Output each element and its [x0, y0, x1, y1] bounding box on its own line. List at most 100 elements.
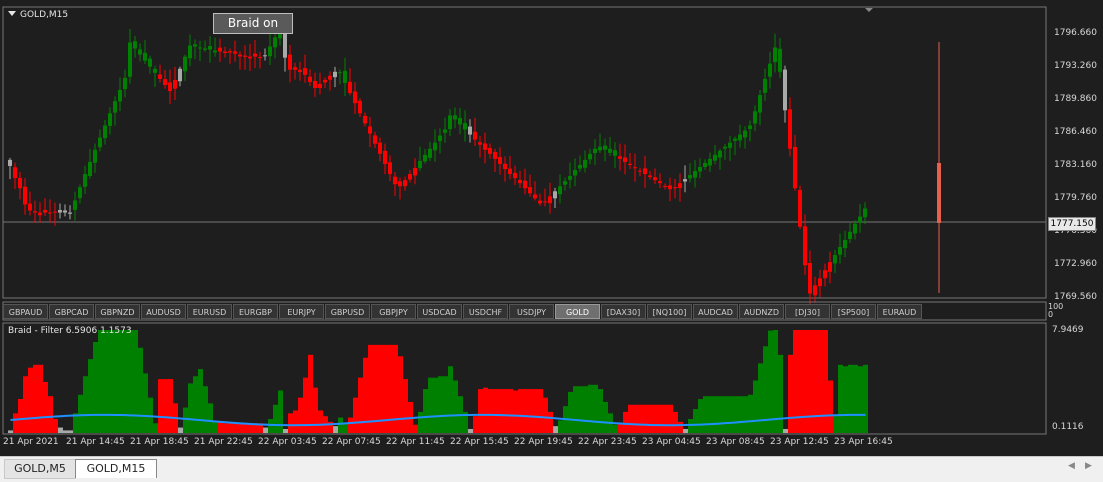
candle-body — [768, 63, 772, 77]
symbol-button-eurusd[interactable]: EURUSD — [187, 304, 232, 319]
candle-body — [353, 91, 357, 104]
candle-body — [78, 187, 82, 199]
candle-body — [418, 160, 422, 169]
symbol-button-dj30[interactable]: [DJ30] — [785, 304, 830, 319]
symbol-button-euraud[interactable]: EURAUD — [877, 304, 922, 319]
histogram-bar — [653, 404, 658, 433]
tab-gold-m5[interactable]: GOLD,M5 — [4, 459, 76, 479]
histogram-bar — [828, 380, 833, 433]
braid-toggle-button[interactable]: Braid on — [213, 13, 293, 34]
tab-gold-m15[interactable]: GOLD,M15 — [75, 459, 157, 478]
histogram-bar — [678, 421, 683, 433]
histogram-bar — [638, 404, 643, 433]
candle-body — [243, 55, 247, 57]
candle-body — [378, 142, 382, 154]
candle-body — [103, 125, 107, 139]
shift-marker-icon[interactable] — [865, 8, 873, 12]
candle-body — [403, 180, 407, 187]
candle-body — [48, 212, 52, 214]
histogram-bar — [503, 389, 508, 433]
candle-body — [808, 263, 812, 294]
symbol-button-eurgbp[interactable]: EURGBP — [233, 304, 278, 319]
symbol-button-gbpusd[interactable]: GBPUSD — [325, 304, 370, 319]
symbol-button-gbpnzd[interactable]: GBPNZD — [95, 304, 140, 319]
candle-body — [218, 47, 222, 52]
current-price-label: 1777.150 — [1048, 217, 1096, 231]
candle-body — [813, 285, 817, 296]
time-axis-label: 23 Apr 16:45 — [834, 437, 893, 447]
candle-body — [138, 49, 142, 55]
histogram-bar — [773, 330, 778, 433]
symbol-button-usdjpy[interactable]: USDJPY — [509, 304, 554, 319]
histogram-bar — [223, 423, 228, 433]
histogram-bar — [813, 330, 818, 433]
candle-body — [473, 131, 477, 140]
histogram-bar — [733, 396, 738, 433]
symbol-button-dax30[interactable]: [DAX30] — [601, 304, 646, 319]
histogram-bar — [208, 403, 213, 433]
scroll-right-icon[interactable]: ▶ — [1085, 461, 1092, 471]
candle-body — [63, 210, 67, 213]
candle-body — [853, 223, 857, 234]
histogram-bar — [423, 389, 428, 433]
histogram-bar — [558, 420, 563, 433]
symbol-button-gbpcad[interactable]: GBPCAD — [49, 304, 94, 319]
candle-body — [848, 231, 852, 240]
candle-body — [748, 125, 752, 129]
candle-body — [68, 212, 72, 214]
candle-body — [843, 239, 847, 249]
candle-body — [518, 180, 522, 184]
histogram-bar — [413, 424, 418, 433]
histogram-bar — [108, 330, 113, 433]
candle-body — [738, 134, 742, 141]
candle-body — [168, 82, 172, 92]
candle-body — [558, 186, 562, 195]
candle-body — [483, 143, 487, 150]
histogram-bar — [823, 330, 828, 433]
histogram-bar — [168, 379, 173, 433]
time-axis-label: 21 Apr 2021 — [3, 437, 59, 447]
price-axis-label: 1769.560 — [1054, 292, 1097, 302]
candle-body — [328, 75, 332, 80]
histogram-bar — [698, 399, 703, 433]
candle-body — [8, 159, 12, 166]
candle-body — [453, 115, 457, 120]
candle-body — [413, 167, 417, 176]
candle-body — [238, 54, 242, 57]
candle-body — [193, 44, 197, 47]
symbol-button-sp500[interactable]: [SP500] — [831, 304, 876, 319]
candle-body — [333, 71, 337, 78]
symbol-switch-bar: GBPAUD GBPCAD GBPNZD AUDUSD EURUSD EURGB… — [3, 304, 1043, 320]
histogram-bar — [768, 330, 773, 433]
symbol-button-eurjpy[interactable]: EURJPY — [279, 304, 324, 319]
candle-body — [258, 57, 262, 59]
candle-body — [263, 55, 267, 57]
candle-body — [228, 51, 232, 53]
symbol-button-audcad[interactable]: AUDCAD — [693, 304, 738, 319]
histogram-bar — [863, 364, 868, 433]
candle-body — [493, 152, 497, 159]
symbol-button-gbpaud[interactable]: GBPAUD — [3, 304, 48, 319]
symbol-button-usdcad[interactable]: USDCAD — [417, 304, 462, 319]
candle-body — [178, 68, 182, 82]
histogram-bar — [203, 386, 208, 433]
collapse-triangle-icon[interactable] — [8, 11, 16, 16]
candle-body — [338, 72, 342, 74]
candle-body — [198, 47, 202, 49]
symbol-button-audnzd[interactable]: AUDNZD — [739, 304, 784, 319]
histogram-bar — [333, 426, 338, 433]
candle-body — [153, 68, 157, 73]
candle-body — [23, 186, 27, 205]
candle-body — [273, 37, 277, 48]
candle-body — [433, 142, 437, 151]
symbol-button-nq100[interactable]: [NQ100] — [647, 304, 692, 319]
histogram-bar — [93, 342, 98, 433]
symbol-button-gold[interactable]: GOLD — [555, 304, 600, 319]
symbol-button-gbpjpy[interactable]: GBPJPY — [371, 304, 416, 319]
candle-body — [358, 100, 362, 114]
price-axis-label: 1786.460 — [1054, 127, 1097, 137]
histogram-bar — [843, 366, 848, 433]
symbol-button-audusd[interactable]: AUDUSD — [141, 304, 186, 319]
symbol-button-usdchf[interactable]: USDCHF — [463, 304, 508, 319]
scroll-left-icon[interactable]: ◀ — [1068, 461, 1075, 471]
